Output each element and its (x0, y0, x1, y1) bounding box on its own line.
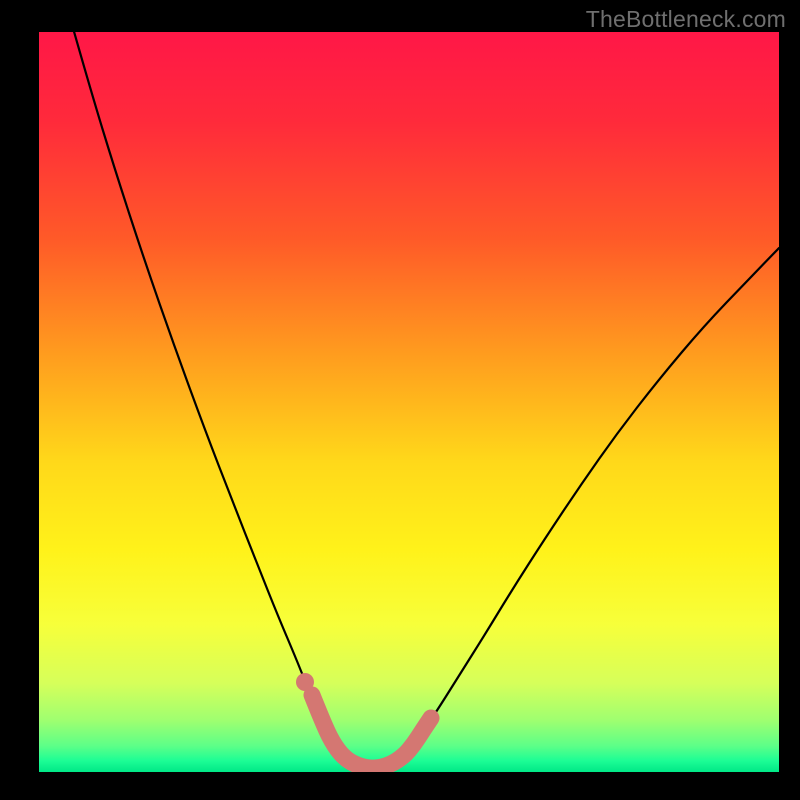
plot-background (39, 32, 779, 772)
highlight-dot-start (296, 673, 314, 691)
bottleneck-chart (0, 0, 800, 800)
watermark-label: TheBottleneck.com (586, 6, 786, 33)
chart-stage: TheBottleneck.com (0, 0, 800, 800)
